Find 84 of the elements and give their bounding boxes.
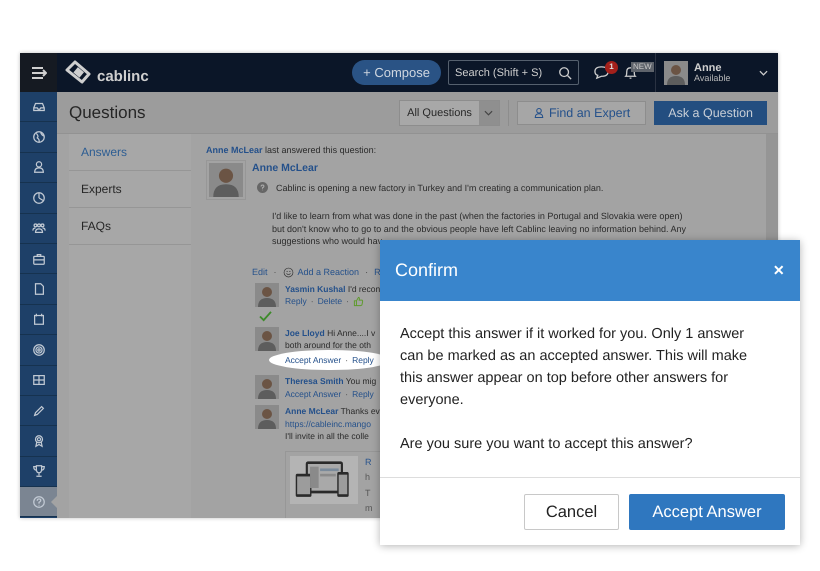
preview-text: h	[365, 471, 372, 484]
user-status: Available	[694, 74, 732, 84]
calendar-icon	[32, 312, 46, 326]
caret-icon	[484, 110, 494, 116]
question-icon	[257, 182, 268, 193]
author-link[interactable]: Anne McLear	[206, 145, 263, 155]
caret-icon[interactable]	[759, 70, 768, 76]
avatar	[255, 405, 279, 429]
person-icon	[532, 106, 545, 118]
avatar	[209, 163, 243, 197]
page-title: Questions	[69, 102, 146, 122]
action-link[interactable]: Delete	[318, 295, 342, 308]
comment-text: Thanks ev	[340, 406, 380, 416]
filter-dropdown[interactable]: All Questions	[399, 100, 500, 126]
grid-icon	[32, 373, 46, 388]
search-field[interactable]: Search (Shift + S)	[448, 60, 579, 85]
smiley-icon	[282, 266, 294, 278]
dialog-title: Confirm	[395, 260, 460, 281]
trophy-icon	[32, 464, 46, 478]
logo-text: cablinc	[97, 68, 149, 84]
compose-button[interactable]: + Compose	[352, 60, 441, 85]
group-icon	[32, 221, 46, 236]
separator: ·	[344, 388, 350, 400]
separator: ·	[364, 267, 370, 277]
target-icon	[32, 342, 46, 357]
user-name: Anne	[694, 62, 722, 74]
action-link[interactable]: Edit	[252, 267, 268, 277]
author-link[interactable]: Theresa Smith	[285, 376, 344, 386]
avatar	[255, 326, 279, 350]
nav-item[interactable]: Experts	[69, 171, 191, 208]
separator: ·	[345, 295, 350, 308]
chat-icon[interactable]	[593, 65, 610, 80]
menu-icon[interactable]	[30, 66, 46, 80]
comment-text: You mig	[346, 376, 376, 386]
last-answered-text: last answered this question:	[265, 145, 376, 155]
close-button[interactable]: ×	[771, 260, 786, 281]
url-link[interactable]: https://cableinc.mango	[285, 418, 381, 430]
avatar	[255, 282, 279, 306]
globe-icon	[32, 130, 46, 144]
pencil-icon	[32, 404, 46, 418]
action-link[interactable]: R	[374, 267, 381, 277]
dialog-question: Are you sure you want to accept this answer?	[400, 435, 694, 454]
preview-text: m	[365, 502, 372, 514]
action-link[interactable]: Accept Answer	[285, 354, 342, 366]
comment-text: I'd recon	[348, 284, 380, 294]
cancel-button[interactable]: Cancel	[524, 494, 619, 530]
nav-item[interactable]: FAQs	[69, 208, 191, 245]
preview-text: R	[365, 456, 372, 468]
separator: ·	[344, 354, 350, 366]
author-link[interactable]: Anne McLear	[252, 162, 604, 174]
separator: ·	[310, 295, 315, 308]
comment-text: I'll invite in all the colle	[285, 430, 370, 442]
comment-text: Hi Anne....I v	[327, 328, 376, 338]
link-preview-card[interactable]: R h T m	[285, 450, 381, 518]
accept-button[interactable]: Accept Answer	[629, 494, 785, 530]
sidebar-item[interactable]	[20, 487, 57, 518]
new-badge: NEW	[631, 62, 654, 72]
question-text-line: but don't know who to go to and the obvious people have left Cablinc leaving no information behind. Any	[272, 222, 687, 235]
avatar	[664, 60, 688, 84]
action-link[interactable]: Reply	[352, 354, 374, 366]
question-title: Cablinc is opening a new factory in Turkey and I'm creating a communication plan.	[276, 182, 604, 192]
action-link[interactable]: Reply	[285, 295, 307, 308]
separator: ·	[272, 267, 278, 277]
author-link[interactable]: Anne McLear	[285, 406, 338, 416]
pie-icon	[32, 190, 46, 205]
preview-text: T	[365, 486, 372, 499]
question-text-line: I'd like to learn from what was done in the past (when the factories in Portugal and Slovakia were open)	[272, 210, 684, 222]
find-expert-button[interactable]: Find an Expert	[516, 100, 646, 124]
nav-item[interactable]: Answers	[69, 134, 191, 171]
action-link[interactable]: Reply	[352, 388, 374, 400]
search-icon[interactable]	[558, 66, 572, 80]
help-icon	[32, 494, 46, 509]
action-link[interactable]: Add a Reaction	[298, 267, 360, 277]
briefcase-icon	[32, 252, 46, 266]
comment-text: both around for the oth	[285, 339, 372, 352]
thumbs-up-icon[interactable]	[353, 296, 364, 307]
author-link[interactable]: Joe Lloyd	[285, 328, 325, 338]
dialog-message: Accept this answer if it worked for you. Only 1 answer can be marked as an accepted answer. This will make this answer appear on top before other answers for everyone.	[400, 325, 748, 410]
author-link[interactable]: Yasmin Kushal	[285, 284, 346, 294]
action-link[interactable]: Accept Answer	[285, 388, 342, 400]
ask-question-button[interactable]: Ask a Question	[654, 100, 767, 124]
person-icon	[32, 160, 46, 174]
avatar	[255, 375, 279, 399]
notification-badge: 1	[605, 60, 618, 74]
